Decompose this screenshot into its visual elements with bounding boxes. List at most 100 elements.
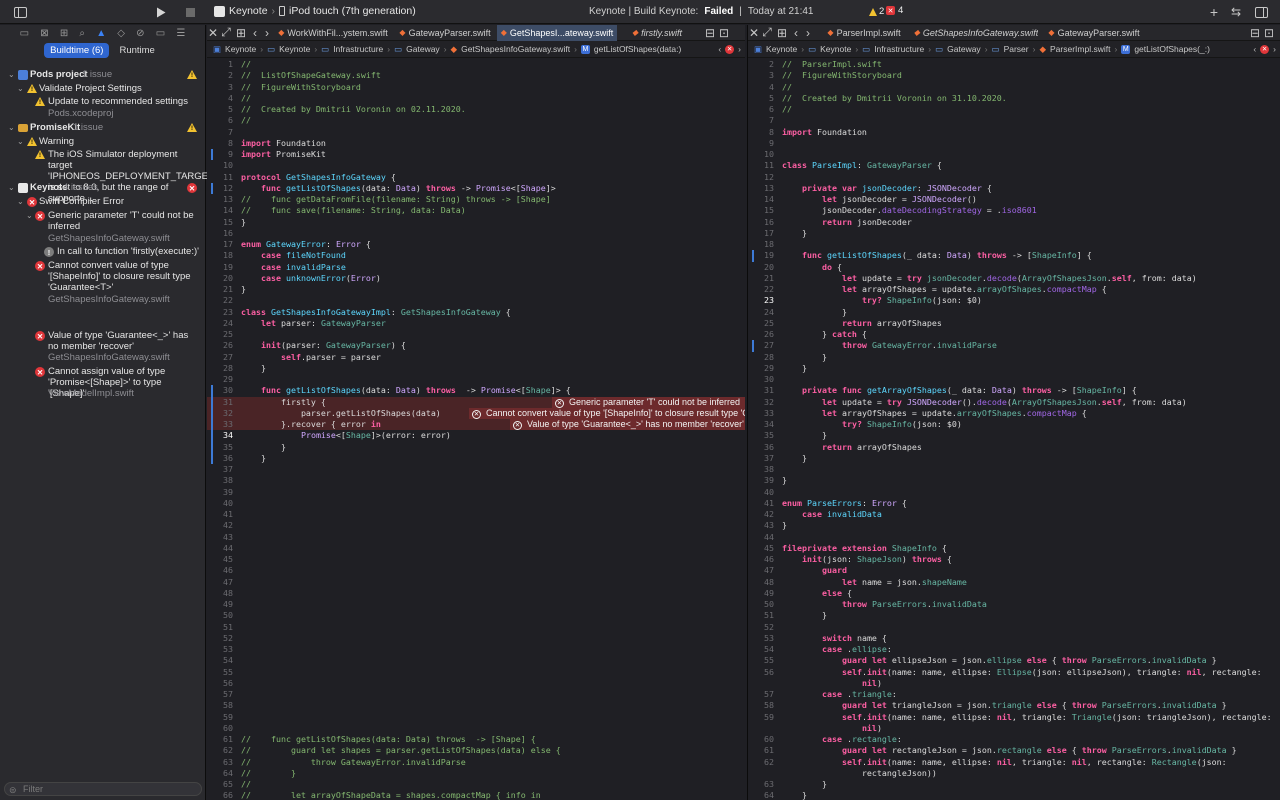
code-line[interactable]: 1 // xyxy=(207,59,745,70)
code-line[interactable]: 62 // guard let shapes = parser.getListOf… xyxy=(207,745,745,756)
code-line[interactable]: 49 xyxy=(207,599,745,610)
code-line[interactable]: 35 } xyxy=(748,430,1280,441)
code-line[interactable]: 25 return arrayOfShapes xyxy=(748,318,1280,329)
report-icon[interactable]: ☰ xyxy=(176,28,185,39)
code-line[interactable]: 22 xyxy=(207,295,745,306)
code-line[interactable]: 62 self.init(name: name, ellipse: nil, t… xyxy=(748,757,1280,768)
buildtime-tab[interactable]: Buildtime (6) xyxy=(44,43,110,58)
code-line[interactable]: 31 private func getArrayOfShapes(_ data:… xyxy=(748,385,1280,396)
issue-subgroup-validate[interactable]: ⌄ Validate Project Settings xyxy=(0,83,206,96)
code-line[interactable]: 63 } xyxy=(748,779,1280,790)
code-line[interactable]: 41 xyxy=(207,509,745,520)
issue-nav-forward-icon[interactable]: › xyxy=(738,44,741,54)
code-line[interactable]: 58 xyxy=(207,700,745,711)
code-line[interactable]: 45 xyxy=(207,554,745,565)
breadcrumb-item[interactable]: getListOfShapes(_:) xyxy=(1134,44,1210,54)
breadcrumb-item[interactable]: Infrastructure xyxy=(333,44,383,54)
code-line[interactable]: 9 xyxy=(748,138,1280,149)
tab-getshapesinfogateway[interactable]: ◆ GetShapesI...ateway.swift xyxy=(497,25,617,41)
code-line[interactable]: 38 xyxy=(207,475,745,486)
code-line[interactable]: 9 import PromiseKit xyxy=(207,149,745,160)
code-line[interactable]: 37 } xyxy=(748,453,1280,464)
code-line[interactable]: nil) xyxy=(748,678,1280,689)
code-line[interactable]: 50 xyxy=(207,610,745,621)
code-line[interactable]: 17 } xyxy=(748,228,1280,239)
code-line[interactable]: 59 xyxy=(207,712,745,723)
code-line[interactable]: 65 // xyxy=(207,779,745,790)
editor-options-icon[interactable]: ⊟ xyxy=(703,25,717,42)
tab-getshapesinfogateway[interactable]: ◆ GetShapesInfoGateway.swift xyxy=(914,25,1038,41)
code-line[interactable]: 15 jsonDecoder.dateDecodingStrategy = .i… xyxy=(748,205,1280,216)
code-line[interactable]: 64 // } xyxy=(207,768,745,779)
forward-icon[interactable]: › xyxy=(802,25,814,42)
inline-error-annotation[interactable]: ✕ Generic parameter 'T' could not be infe… xyxy=(552,396,745,408)
code-line[interactable]: 44 xyxy=(207,543,745,554)
code-line[interactable]: 42 case invalidData xyxy=(748,509,1280,520)
editor-options-icon[interactable]: ⊟ xyxy=(1248,25,1262,42)
code-line[interactable]: 23 class GetShapesInfoGatewayImpl: GetSha… xyxy=(207,307,745,318)
code-line[interactable]: 51 xyxy=(207,622,745,633)
code-line[interactable]: 54 case .ellipse: xyxy=(748,644,1280,655)
breadcrumb-item[interactable]: getListOfShapes(data:) xyxy=(594,44,681,54)
tab-gatewayparser[interactable]: ◆ GatewayParser.swift xyxy=(393,25,497,41)
code-line[interactable]: 36 return arrayOfShapes xyxy=(748,442,1280,453)
code-line[interactable]: 3 // FigureWithStoryboard xyxy=(748,70,1280,81)
tab-parserimpl[interactable]: ◆ ParserImpl.swift xyxy=(814,25,914,41)
expand-icon[interactable]: ⤢ xyxy=(760,25,774,42)
code-line[interactable]: 58 guard let triangleJson = json.triangl… xyxy=(748,700,1280,711)
issue-item-generic-param[interactable]: ⌄ ✕ Generic parameter 'T' could not be i… xyxy=(0,210,206,244)
code-line[interactable]: 39} xyxy=(748,475,1280,486)
code-line[interactable]: 11 protocol GetShapesInfoGateway { xyxy=(207,172,745,183)
code-line[interactable]: 59 self.init(name: name, ellipse: nil, t… xyxy=(748,712,1280,723)
tab-firstly[interactable]: ◆ firstly.swift xyxy=(617,25,697,41)
code-line[interactable]: 29 xyxy=(207,374,745,385)
code-line[interactable]: 61 // func getListOfShapes(data: Data) th… xyxy=(207,734,745,745)
code-line[interactable]: 43 xyxy=(207,532,745,543)
scheme-selector[interactable]: Keynote › iPod touch (7th generation) xyxy=(214,5,416,17)
breadcrumb-item[interactable]: Keynote xyxy=(820,44,851,54)
code-line[interactable]: 37 xyxy=(207,464,745,475)
code-line[interactable]: 57 case .triangle: xyxy=(748,689,1280,700)
issue-nav-forward-icon[interactable]: › xyxy=(1273,44,1276,54)
code-line[interactable]: 53 xyxy=(207,644,745,655)
code-line[interactable]: 3 // FigureWithStoryboard xyxy=(207,82,745,93)
code-line[interactable]: 60 case .rectangle: xyxy=(748,734,1280,745)
issue-item-cannot-assign[interactable]: ✕ Cannot assign value of type 'Promise<[… xyxy=(0,366,206,400)
issue-item-deployment-target[interactable]: The iOS Simulator deployment target 'IPH… xyxy=(0,149,216,204)
code-area[interactable]: 1 // 2 // ListOfShapeGateway.swift 3 // Figur… xyxy=(207,59,745,800)
code-line[interactable]: 14 let jsonDecoder = JSONDecoder() xyxy=(748,194,1280,205)
code-line[interactable]: 18 case fileNotFound xyxy=(207,250,745,261)
issue-note-firstly[interactable]: ! In call to function 'firstly(execute:)… xyxy=(0,246,206,258)
code-line[interactable]: 42 xyxy=(207,520,745,531)
code-line[interactable]: 57 xyxy=(207,689,745,700)
code-line[interactable]: 55 xyxy=(207,667,745,678)
code-line[interactable]: 23 try? ShapeInfo(json: $0) xyxy=(748,295,1280,306)
code-area[interactable]: 2 // ParserImpl.swift 3 // FigureWithStoryb… xyxy=(748,59,1280,800)
issue-group-keynote[interactable]: ⌄ Keynote 4 issues ✕ xyxy=(0,182,206,194)
breadcrumb-item[interactable]: Infrastructure xyxy=(874,44,924,54)
code-line[interactable]: 6 // xyxy=(207,115,745,126)
code-line[interactable]: 21} xyxy=(207,284,745,295)
code-line[interactable]: 11 class ParseImpl: GatewayParser { xyxy=(748,160,1280,171)
breadcrumb-item[interactable]: Parser xyxy=(1004,44,1029,54)
code-line[interactable]: rectangleJson)) xyxy=(748,768,1280,779)
code-line[interactable]: 22 let arrayOfShapes = update.arrayOfSha… xyxy=(748,284,1280,295)
issue-group-promisekit[interactable]: ⌄ PromiseKit 1 issue xyxy=(0,122,206,135)
code-line[interactable]: 55 guard let ellipseJson = json.ellipse … xyxy=(748,655,1280,666)
code-line[interactable]: 7 xyxy=(748,115,1280,126)
breakpoint-icon[interactable]: ▭ xyxy=(156,28,165,39)
code-line[interactable]: 27 self.parser = parser xyxy=(207,352,745,363)
close-icon[interactable]: ✕ xyxy=(207,25,219,42)
code-line[interactable]: 19 func getListOfShapes(_ data: Data) th… xyxy=(748,250,1280,261)
code-line[interactable]: 26 } catch { xyxy=(748,329,1280,340)
code-line[interactable]: 5 // Created by Dmitrii Voronin on 31.10.… xyxy=(748,93,1280,104)
code-line[interactable]: 19 case invalidParse xyxy=(207,262,745,273)
code-line[interactable]: 4 // xyxy=(207,93,745,104)
code-line[interactable]: 28 } xyxy=(748,352,1280,363)
breadcrumb-item[interactable]: ParserImpl.swift xyxy=(1050,44,1110,54)
code-line[interactable]: 49 else { xyxy=(748,588,1280,599)
code-line[interactable]: 2 // ListOfShapeGateway.swift xyxy=(207,70,745,81)
inline-error-annotation[interactable]: ✕ Cannot convert value of type '[ShapeInf… xyxy=(469,407,745,419)
code-line[interactable]: 27 throw GatewayError.invalidParse xyxy=(748,340,1280,351)
issue-group-pods[interactable]: ⌄ Pods project 1 issue xyxy=(0,69,206,82)
